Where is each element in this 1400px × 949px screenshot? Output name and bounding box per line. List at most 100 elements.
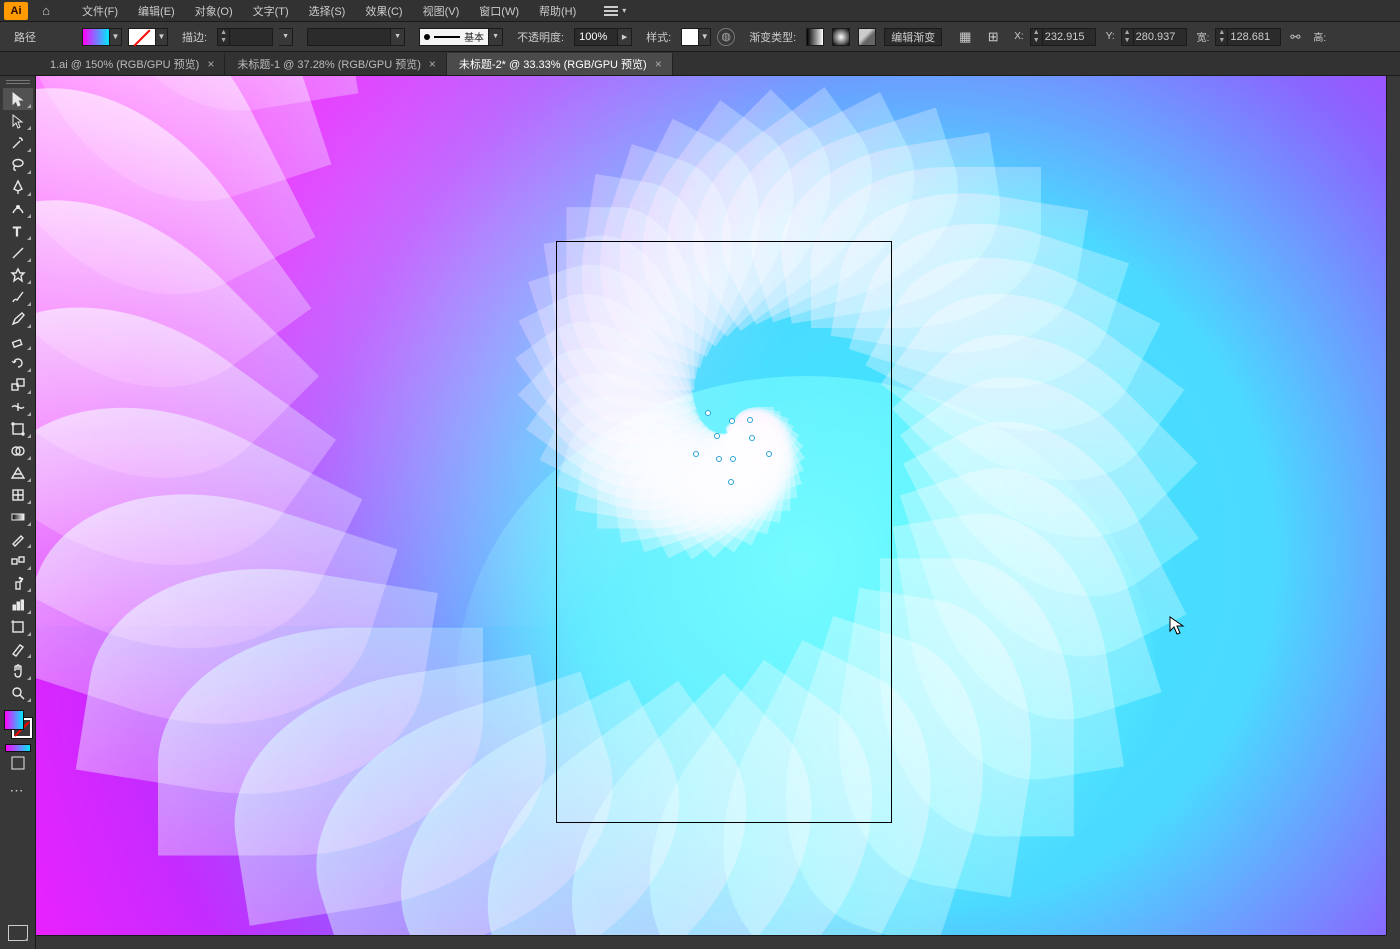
- magic-wand-tool[interactable]: [3, 132, 33, 154]
- anchor-point-icon[interactable]: [728, 479, 734, 485]
- screen-mode-icon[interactable]: [8, 925, 28, 941]
- menu-object[interactable]: 对象(O): [185, 3, 243, 19]
- menu-select[interactable]: 选择(S): [299, 3, 356, 19]
- menu-view[interactable]: 视图(V): [413, 3, 470, 19]
- close-icon[interactable]: ×: [655, 57, 662, 71]
- menu-help[interactable]: 帮助(H): [529, 3, 586, 19]
- perspective-grid-tool[interactable]: [3, 462, 33, 484]
- home-icon[interactable]: ⌂: [34, 3, 58, 18]
- blend-tool[interactable]: [3, 550, 33, 572]
- anchor-point-icon[interactable]: [716, 456, 722, 462]
- width-input[interactable]: ▲▼ 128.681: [1215, 28, 1281, 46]
- gradient-bar-icon[interactable]: [5, 744, 31, 752]
- fill-color-icon[interactable]: [4, 710, 24, 730]
- stroke-weight-dropdown[interactable]: ▼: [279, 28, 293, 46]
- rotate-tool[interactable]: [3, 352, 33, 374]
- chevron-down-icon[interactable]: ▼: [1031, 37, 1042, 45]
- hand-tool[interactable]: [3, 660, 33, 682]
- gradient-tool[interactable]: [3, 506, 33, 528]
- recolor-artwork-icon[interactable]: ◍: [717, 28, 735, 46]
- close-icon[interactable]: ×: [429, 57, 436, 71]
- gradient-radial-icon[interactable]: [832, 28, 850, 46]
- anchor-point-icon[interactable]: [714, 433, 720, 439]
- direct-selection-tool[interactable]: [3, 110, 33, 132]
- shaper-tool[interactable]: [3, 308, 33, 330]
- line-segment-tool[interactable]: [3, 242, 33, 264]
- chevron-up-icon[interactable]: ▲: [1122, 29, 1133, 37]
- pen-tool[interactable]: [3, 176, 33, 198]
- vertical-scrollbar[interactable]: [1386, 76, 1400, 935]
- width-tool[interactable]: [3, 396, 33, 418]
- menu-type[interactable]: 文字(T): [243, 3, 299, 19]
- opacity-input[interactable]: 100%: [574, 28, 618, 46]
- rectangle-tool[interactable]: [3, 264, 33, 286]
- stroke-swatch-group[interactable]: ▼: [128, 28, 168, 46]
- graphic-style-select[interactable]: ▼: [681, 28, 711, 46]
- canvas-area[interactable]: [36, 76, 1400, 949]
- slice-tool[interactable]: [3, 638, 33, 660]
- chevron-down-icon[interactable]: ▼: [218, 37, 229, 45]
- anchor-point-icon[interactable]: [705, 410, 711, 416]
- fill-swatch-icon: [82, 28, 110, 46]
- scroll-corner: [1386, 935, 1400, 949]
- anchor-point-icon[interactable]: [766, 451, 772, 457]
- chevron-right-icon[interactable]: ▶: [618, 28, 632, 46]
- link-wh-icon[interactable]: ⚯: [1287, 28, 1303, 46]
- anchor-point-icon[interactable]: [747, 417, 753, 423]
- anchor-point-icon[interactable]: [730, 456, 736, 462]
- lasso-tool[interactable]: [3, 154, 33, 176]
- gradient-freeform-icon[interactable]: [858, 28, 876, 46]
- edit-gradient-button[interactable]: 编辑渐变: [884, 28, 942, 46]
- column-graph-tool[interactable]: [3, 594, 33, 616]
- document-tab[interactable]: 未标题-1 @ 37.28% (RGB/GPU 预览) ×: [225, 53, 447, 75]
- brush-definition-select[interactable]: 基本: [419, 28, 489, 46]
- paintbrush-tool[interactable]: [3, 286, 33, 308]
- mesh-tool[interactable]: [3, 484, 33, 506]
- y-input[interactable]: ▲▼ 280.937: [1121, 28, 1187, 46]
- menu-window[interactable]: 窗口(W): [469, 3, 529, 19]
- artboard-tool[interactable]: [3, 616, 33, 638]
- gradient-linear-icon[interactable]: [806, 28, 824, 46]
- type-tool[interactable]: T: [3, 220, 33, 242]
- eyedropper-tool[interactable]: [3, 528, 33, 550]
- more-tools-icon[interactable]: ⋯: [10, 782, 26, 799]
- stroke-weight-input[interactable]: ▲▼: [217, 28, 273, 46]
- draw-mode-normal-icon[interactable]: [3, 752, 33, 774]
- document-tab[interactable]: 未标题-2* @ 33.33% (RGB/GPU 预览) ×: [447, 53, 673, 75]
- transform-panel-icon[interactable]: ⊞: [982, 26, 1004, 48]
- symbol-sprayer-tool[interactable]: [3, 572, 33, 594]
- x-input[interactable]: ▲▼ 232.915: [1030, 28, 1096, 46]
- curvature-tool[interactable]: [3, 198, 33, 220]
- chevron-up-icon[interactable]: ▲: [1216, 29, 1227, 37]
- fill-stroke-control[interactable]: [4, 710, 32, 738]
- chevron-down-icon[interactable]: ▼: [391, 28, 405, 46]
- close-icon[interactable]: ×: [207, 57, 214, 71]
- vsp-profile-select[interactable]: [307, 28, 391, 46]
- artboard-outline: [556, 241, 892, 823]
- workspace-switcher[interactable]: ▾: [594, 6, 636, 16]
- chevron-down-icon[interactable]: ▼: [489, 28, 503, 46]
- anchor-point-icon[interactable]: [749, 435, 755, 441]
- brush-name: 基本: [464, 29, 484, 44]
- selection-tool[interactable]: [3, 88, 33, 110]
- menu-file[interactable]: 文件(F): [72, 3, 128, 19]
- document-tab[interactable]: 1.ai @ 150% (RGB/GPU 预览) ×: [38, 53, 225, 75]
- horizontal-scrollbar[interactable]: [36, 935, 1386, 949]
- free-transform-tool[interactable]: [3, 418, 33, 440]
- menu-edit[interactable]: 编辑(E): [128, 3, 185, 19]
- chevron-down-icon[interactable]: ▼: [1122, 37, 1133, 45]
- anchor-point-icon[interactable]: [729, 418, 735, 424]
- zoom-tool[interactable]: [3, 682, 33, 704]
- svg-text:T: T: [13, 224, 21, 239]
- eraser-tool[interactable]: [3, 330, 33, 352]
- scale-tool[interactable]: [3, 374, 33, 396]
- panel-grip-icon[interactable]: [6, 80, 30, 84]
- align-panel-icon[interactable]: ▦: [954, 26, 976, 48]
- anchor-point-icon[interactable]: [693, 451, 699, 457]
- shape-builder-tool[interactable]: [3, 440, 33, 462]
- chevron-up-icon[interactable]: ▲: [218, 29, 229, 37]
- menu-effect[interactable]: 效果(C): [355, 3, 412, 19]
- chevron-down-icon[interactable]: ▼: [1216, 37, 1227, 45]
- fill-swatch-group[interactable]: ▼: [82, 28, 122, 46]
- chevron-up-icon[interactable]: ▲: [1031, 29, 1042, 37]
